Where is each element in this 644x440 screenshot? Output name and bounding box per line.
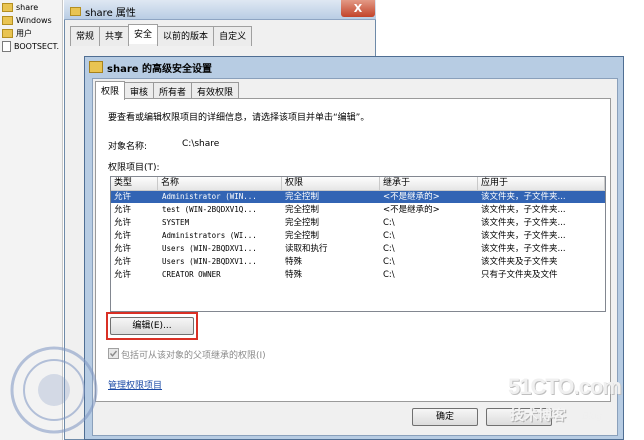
cell-name: Users (WIN-2BQDXV1... xyxy=(162,257,257,266)
folder-icon xyxy=(2,2,13,12)
column-applies-to[interactable]: 应用于 xyxy=(478,177,605,190)
tab-sharing[interactable]: 共享 xyxy=(99,26,130,46)
cell-permission: 完全控制 xyxy=(285,231,320,241)
cell-permission: 完全控制 xyxy=(285,192,320,202)
table-row[interactable]: 允许 SYSTEM 完全控制 C:\ 该文件夹，子文件夹... xyxy=(111,217,605,229)
list-header: 类型 名称 权限 继承于 应用于 xyxy=(111,177,605,191)
close-button[interactable]: X xyxy=(341,0,375,17)
cell-inherited: <不是继承的> xyxy=(383,192,440,202)
cell-applies: 该文件夹，子文件夹... xyxy=(481,231,566,241)
tree-item-label: share xyxy=(16,2,39,12)
watermark-site: 51CTO.com xyxy=(508,374,622,399)
cell-inherited: <不是继承的> xyxy=(383,205,440,215)
cell-inherited: C:\ xyxy=(383,218,395,228)
cell-name: CREATOR OWNER xyxy=(162,270,221,279)
highlight-box xyxy=(106,312,198,340)
properties-tabs: 常规 共享 安全 以前的版本 自定义 xyxy=(70,24,253,46)
file-icon xyxy=(2,40,11,52)
inherit-checkbox[interactable] xyxy=(108,348,119,359)
cell-name: Administrator (WIN... xyxy=(162,192,257,201)
watermark-blog: Blog xyxy=(582,411,603,422)
tree-item-label: 用户 xyxy=(16,28,32,38)
table-row[interactable]: 允许 Users (WIN-2BQDXV1... 特殊 C:\ 该文件夹及子文件… xyxy=(111,256,605,268)
tab-permissions[interactable]: 权限 xyxy=(95,81,126,100)
cell-applies: 只有子文件夹及文件 xyxy=(481,270,558,280)
column-inherited-from[interactable]: 继承于 xyxy=(380,177,478,190)
cell-permission: 特殊 xyxy=(285,270,303,280)
tab-security[interactable]: 安全 xyxy=(128,24,159,44)
tab-previous-versions[interactable]: 以前的版本 xyxy=(157,26,215,46)
instruction-text: 要查看或编辑权限项目的详细信息，请选择该项目并单击“编辑”。 xyxy=(108,113,370,123)
table-row[interactable]: 允许 Users (WIN-2BQDXV1... 读取和执行 C:\ 该文件夹，… xyxy=(111,243,605,255)
cell-name: Administrators (WI... xyxy=(162,231,257,240)
cell-inherited: C:\ xyxy=(383,231,395,241)
cell-inherited: C:\ xyxy=(383,244,395,254)
table-row[interactable]: 允许 test (WIN-2BQDXV1Q... 完全控制 <不是继承的> 该文… xyxy=(111,204,605,216)
properties-title: share 属性 xyxy=(85,8,136,19)
cell-type: 允许 xyxy=(114,205,132,215)
object-name-label: 对象名称: xyxy=(108,142,148,152)
cell-type: 允许 xyxy=(114,231,132,241)
tree-item-share[interactable]: share xyxy=(2,1,38,13)
cell-permission: 完全控制 xyxy=(285,205,320,215)
permission-entries-label: 权限项目(T): xyxy=(108,163,160,173)
cell-permission: 完全控制 xyxy=(285,218,320,228)
tab-general[interactable]: 常规 xyxy=(70,26,101,46)
tree-item-bootsect[interactable]: BOOTSECT. xyxy=(2,40,59,52)
tree-item-windows[interactable]: Windows xyxy=(2,14,52,26)
cell-name: Users (WIN-2BQDXV1... xyxy=(162,244,257,253)
cell-applies: 该文件夹，子文件夹... xyxy=(481,205,566,215)
cell-name: test (WIN-2BQDXV1Q... xyxy=(162,205,257,214)
table-row[interactable]: 允许 CREATOR OWNER 特殊 C:\ 只有子文件夹及文件 xyxy=(111,269,605,281)
folder-icon xyxy=(70,7,81,16)
cell-applies: 该文件夹，子文件夹... xyxy=(481,192,566,202)
cell-type: 允许 xyxy=(114,218,132,228)
table-row[interactable]: 允许 Administrators (WI... 完全控制 C:\ 该文件夹，子… xyxy=(111,230,605,242)
column-permission[interactable]: 权限 xyxy=(282,177,380,190)
dialog-title-bar: share 的高级安全设置 xyxy=(85,57,623,77)
folder-icon xyxy=(2,28,13,38)
cell-applies: 该文件夹，子文件夹... xyxy=(481,218,566,228)
checkmark-icon xyxy=(109,350,118,357)
cell-type: 允许 xyxy=(114,244,132,254)
permission-entries-list[interactable]: 类型 名称 权限 继承于 应用于 允许 Administrator (WIN..… xyxy=(110,176,606,312)
cell-name: SYSTEM xyxy=(162,218,190,227)
cell-permission: 特殊 xyxy=(285,257,303,267)
folder-icon xyxy=(89,61,103,73)
ok-button[interactable]: 确定 xyxy=(412,408,478,426)
cell-permission: 读取和执行 xyxy=(285,244,328,254)
properties-title-bar: share 属性 xyxy=(64,0,376,20)
inherit-checkbox-label: 包括可从该对象的父项继承的权限(I) xyxy=(121,351,266,361)
manage-permissions-link[interactable]: 管理权限项目 xyxy=(108,378,162,391)
table-row[interactable]: 允许 Administrator (WIN... 完全控制 <不是继承的> 该文… xyxy=(111,191,605,203)
column-type[interactable]: 类型 xyxy=(111,177,158,190)
cell-inherited: C:\ xyxy=(383,257,395,267)
cell-applies: 该文件夹及子文件夹 xyxy=(481,257,558,267)
watermark-seal-icon xyxy=(10,346,98,434)
folder-icon xyxy=(2,15,13,25)
cell-type: 允许 xyxy=(114,270,132,280)
column-name[interactable]: 名称 xyxy=(158,177,282,190)
cell-applies: 该文件夹，子文件夹... xyxy=(481,244,566,254)
cell-inherited: C:\ xyxy=(383,270,395,280)
tree-item-label: BOOTSECT. xyxy=(14,41,60,51)
cell-type: 允许 xyxy=(114,192,132,202)
object-name-value: C:\share xyxy=(182,139,220,149)
dialog-title: share 的高级安全设置 xyxy=(107,63,213,75)
tab-customize[interactable]: 自定义 xyxy=(213,26,253,46)
cell-type: 允许 xyxy=(114,257,132,267)
tree-item-users[interactable]: 用户 xyxy=(2,27,32,39)
tree-item-label: Windows xyxy=(16,15,52,25)
watermark-slogan: 技术博客 xyxy=(510,408,566,424)
